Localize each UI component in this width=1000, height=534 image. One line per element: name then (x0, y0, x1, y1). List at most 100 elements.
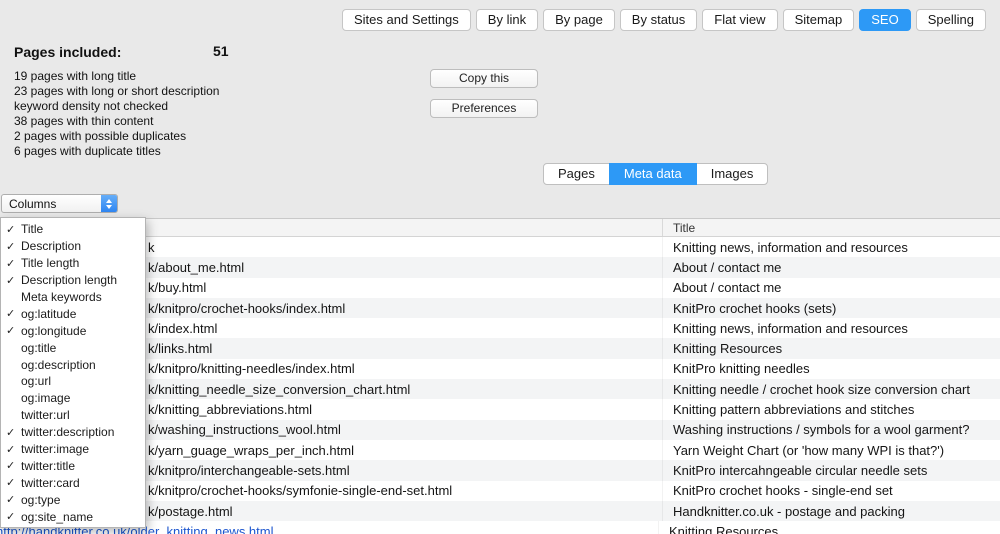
table-row[interactable]: k/knitpro/crochet-hooks/symfonie-single-… (0, 481, 1000, 501)
dropdown-item-label: Meta keywords (21, 290, 102, 304)
checkmark-icon (6, 476, 21, 489)
checkmark-icon (6, 257, 21, 270)
dropdown-menu-item[interactable]: Title length (1, 255, 145, 272)
table-row[interactable]: http://handknitter.co.uk/older_knitting_… (0, 521, 1000, 534)
columns-dropdown-button[interactable]: Columns (1, 194, 118, 213)
dropdown-menu-item[interactable]: twitter:title (1, 457, 145, 474)
summary-line: 2 pages with possible duplicates (14, 129, 219, 144)
dropdown-menu-item[interactable]: twitter:url (1, 407, 145, 424)
data-tab[interactable]: Pages (543, 163, 610, 185)
summary-line: keyword density not checked (14, 99, 219, 114)
table-row[interactable]: k/knitpro/interchangeable-sets.html Knit… (0, 460, 1000, 480)
view-tab[interactable]: By page (543, 9, 615, 31)
preferences-button[interactable]: Preferences (430, 99, 538, 118)
table-row[interactable]: k/knitting_abbreviations.html Knitting p… (0, 399, 1000, 419)
dropdown-menu-item[interactable]: twitter:description (1, 424, 145, 441)
dropdown-item-label: og:type (21, 493, 60, 507)
row-title: Knitting pattern abbreviations and stitc… (662, 399, 1000, 419)
data-tab-bar: Pages Meta data Images (543, 163, 768, 185)
dropdown-item-label: Title (21, 222, 43, 236)
summary-line: 6 pages with duplicate titles (14, 144, 219, 159)
table-row[interactable]: k/about_me.html About / contact me (0, 257, 1000, 277)
checkmark-icon (6, 392, 21, 405)
row-title: About / contact me (662, 278, 1000, 298)
dropdown-item-label: og:site_name (21, 510, 93, 524)
checkmark-icon (6, 240, 21, 253)
pages-included-label: Pages included: (14, 44, 121, 60)
data-tab[interactable]: Meta data (609, 163, 697, 185)
dropdown-menu-item[interactable]: Description (1, 238, 145, 255)
table-row[interactable]: k/knitting_needle_size_conversion_chart.… (0, 379, 1000, 399)
dropdown-menu-item[interactable]: twitter:card (1, 474, 145, 491)
row-title: Knitting needle / crochet hook size conv… (662, 379, 1000, 399)
data-tab[interactable]: Images (696, 163, 769, 185)
table-body: k Knitting news, information and resourc… (0, 237, 1000, 534)
row-title: Knitting Resources (658, 521, 1000, 534)
summary-line: 19 pages with long title (14, 69, 219, 84)
table-header: Title (0, 218, 1000, 237)
table-row[interactable]: k/yarn_guage_wraps_per_inch.html Yarn We… (0, 440, 1000, 460)
table-row[interactable]: k Knitting news, information and resourc… (0, 237, 1000, 257)
columns-dropdown-menu: Title Description Title length Descripti… (0, 217, 146, 528)
dropdown-menu-item[interactable]: og:title (1, 339, 145, 356)
dropdown-item-label: Description (21, 239, 81, 253)
summary-line: 23 pages with long or short description (14, 84, 219, 99)
dropdown-menu-item[interactable]: og:image (1, 390, 145, 407)
dropdown-item-label: twitter:image (21, 442, 89, 456)
table-row[interactable]: k/index.html Knitting news, information … (0, 318, 1000, 338)
table-row[interactable]: k/links.html Knitting Resources (0, 338, 1000, 358)
dropdown-menu-item[interactable]: Description length (1, 272, 145, 289)
dropdown-item-label: og:title (21, 341, 56, 355)
row-title: Knitting Resources (662, 338, 1000, 358)
view-tab[interactable]: Sites and Settings (342, 9, 471, 31)
table-row[interactable]: k/knitpro/crochet-hooks/index.html KnitP… (0, 298, 1000, 318)
dropdown-menu-item[interactable]: Meta keywords (1, 289, 145, 306)
row-title: About / contact me (662, 257, 1000, 277)
dropdown-arrows-icon (101, 195, 117, 212)
view-tab-bar: Sites and Settings By link By page By st… (342, 9, 986, 31)
dropdown-menu-item[interactable]: og:description (1, 356, 145, 373)
checkmark-icon (6, 358, 21, 371)
column-header-title[interactable]: Title (662, 219, 1000, 236)
dropdown-menu-item[interactable]: og:type (1, 491, 145, 508)
view-tab[interactable]: Spelling (916, 9, 986, 31)
table-row[interactable]: k/buy.html About / contact me (0, 278, 1000, 298)
dropdown-menu-item[interactable]: twitter:image (1, 441, 145, 458)
dropdown-item-label: twitter:description (21, 425, 114, 439)
seo-summary: 19 pages with long title 23 pages with l… (14, 69, 219, 159)
row-title: KnitPro crochet hooks (sets) (662, 298, 1000, 318)
table-row[interactable]: k/knitpro/knitting-needles/index.html Kn… (0, 359, 1000, 379)
checkmark-icon (6, 274, 21, 287)
dropdown-item-label: Description length (21, 273, 117, 287)
checkmark-icon (6, 291, 21, 304)
checkmark-icon (6, 409, 21, 422)
checkmark-icon (6, 324, 21, 337)
row-title: Yarn Weight Chart (or 'how many WPI is t… (662, 440, 1000, 460)
dropdown-menu-item[interactable]: og:site_name (1, 508, 145, 525)
dropdown-menu-item[interactable]: og:latitude (1, 305, 145, 322)
dropdown-menu-item[interactable]: og:url (1, 373, 145, 390)
checkmark-icon (6, 341, 21, 354)
dropdown-item-label: og:description (21, 358, 96, 372)
checkmark-icon (6, 426, 21, 439)
row-title: KnitPro crochet hooks - single-end set (662, 481, 1000, 501)
dropdown-item-label: og:image (21, 391, 70, 405)
copy-this-button[interactable]: Copy this (430, 69, 538, 88)
view-tab[interactable]: By status (620, 9, 697, 31)
row-title: Knitting news, information and resources (662, 318, 1000, 338)
dropdown-item-label: og:longitude (21, 324, 86, 338)
row-title: Handknitter.co.uk - postage and packing (662, 501, 1000, 521)
dropdown-item-label: twitter:title (21, 459, 75, 473)
view-tab[interactable]: SEO (859, 9, 910, 31)
dropdown-menu-item[interactable]: Title (1, 221, 145, 238)
checkmark-icon (6, 375, 21, 388)
view-tab[interactable]: Sitemap (783, 9, 855, 31)
row-title: Knitting news, information and resources (662, 237, 1000, 257)
dropdown-menu-item[interactable]: og:longitude (1, 322, 145, 339)
table-row[interactable]: k/postage.html Handknitter.co.uk - posta… (0, 501, 1000, 521)
table-row[interactable]: k/washing_instructions_wool.html Washing… (0, 420, 1000, 440)
row-title: KnitPro knitting needles (662, 359, 1000, 379)
view-tab[interactable]: By link (476, 9, 538, 31)
pages-included-count: 51 (213, 43, 229, 59)
view-tab[interactable]: Flat view (702, 9, 777, 31)
